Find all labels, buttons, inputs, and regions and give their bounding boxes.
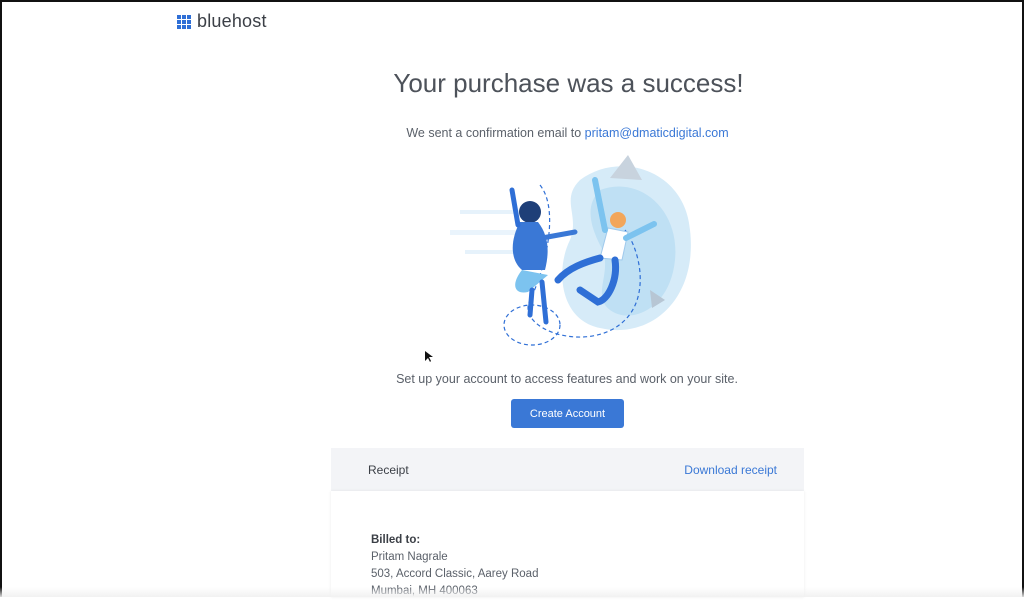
confirmation-message: We sent a confirmation email to pritam@d… bbox=[0, 126, 1024, 140]
bluehost-logo[interactable]: bluehost bbox=[177, 11, 267, 32]
billing-address-line1: 503, Accord Classic, Aarey Road bbox=[371, 568, 539, 580]
billing-name: Pritam Nagrale bbox=[371, 551, 448, 563]
create-account-button[interactable]: Create Account bbox=[511, 399, 624, 428]
confirmation-email-link[interactable]: pritam@dmaticdigital.com bbox=[585, 126, 729, 140]
receipt-header: Receipt Download receipt bbox=[331, 448, 804, 491]
confirmation-prefix: We sent a confirmation email to bbox=[406, 126, 582, 140]
receipt-title: Receipt bbox=[368, 462, 409, 477]
download-receipt-link[interactable]: Download receipt bbox=[684, 463, 777, 477]
logo-text: bluehost bbox=[197, 11, 267, 31]
page-title: Your purchase was a success! bbox=[393, 68, 744, 98]
receipt-body: Billed to: Pritam Nagrale 503, Accord Cl… bbox=[331, 491, 804, 597]
bottom-fade bbox=[0, 587, 1024, 597]
mouse-pointer-icon bbox=[425, 351, 433, 362]
billed-to-label: Billed to: bbox=[371, 534, 421, 546]
setup-message: Set up your account to access features a… bbox=[396, 372, 738, 386]
logo-grid-icon bbox=[177, 14, 191, 29]
celebration-illustration bbox=[450, 155, 691, 346]
